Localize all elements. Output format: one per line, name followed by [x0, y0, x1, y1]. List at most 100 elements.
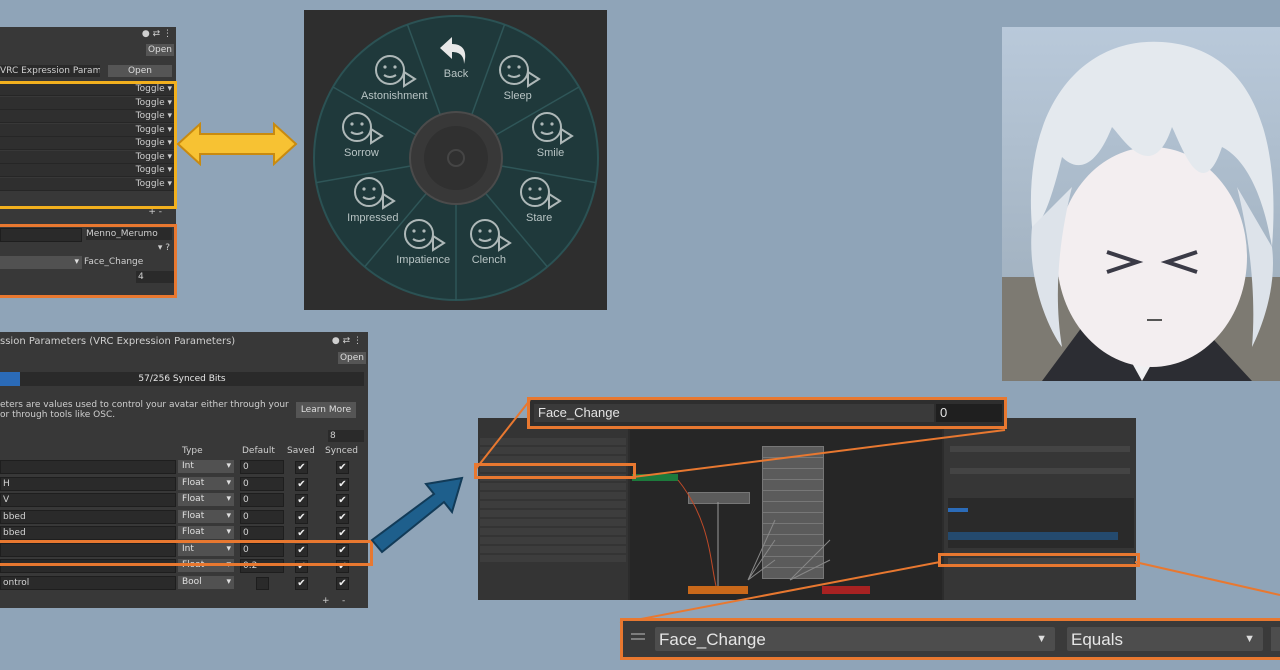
- condition-parameter-label: Face_Change: [659, 630, 766, 649]
- param-name-text: bbed: [3, 528, 26, 538]
- synced-checkbox[interactable]: ✔: [336, 510, 349, 524]
- synced-checkbox[interactable]: ✔: [336, 461, 349, 474]
- params-open-button[interactable]: Open: [108, 65, 172, 77]
- synced-checkbox[interactable]: ✔: [336, 527, 349, 540]
- chevron-down-icon: ▾: [226, 477, 231, 488]
- condition-operator-dropdown[interactable]: Equals ▼: [1067, 627, 1263, 651]
- param-type-text: Float: [182, 494, 205, 504]
- description-line-1: eters are values used to control your av…: [0, 400, 289, 410]
- impressed-face-icon: [353, 176, 397, 215]
- radial-item-label: Astonishment: [360, 90, 428, 103]
- radial-item-smile[interactable]: Smile: [521, 111, 581, 167]
- avatar-preview-image: [1002, 27, 1280, 381]
- chevron-down-icon: ▾: [226, 576, 231, 587]
- param-name-text: bbed: [3, 511, 26, 522]
- condition-value-field[interactable]: [1271, 627, 1280, 651]
- params-open-label: Open: [339, 353, 365, 363]
- param-type-dropdown[interactable]: Int ▾: [178, 460, 234, 473]
- param-name-field[interactable]: H: [0, 476, 176, 491]
- chevron-down-icon: ▼: [1244, 633, 1255, 645]
- params-open-label: Open: [127, 66, 153, 76]
- param-type-dropdown[interactable]: Float ▾: [178, 476, 234, 490]
- synced-checkbox[interactable]: ✔: [336, 494, 349, 507]
- radial-item-clench[interactable]: Clench: [459, 218, 519, 274]
- radial-item-astonishment[interactable]: Astonishment: [361, 54, 428, 110]
- saved-checkbox[interactable]: ✔: [295, 510, 308, 524]
- param-count-label: 8: [330, 431, 336, 441]
- add-param-button[interactable]: +: [322, 596, 330, 606]
- remove-param-button[interactable]: -: [342, 596, 345, 606]
- param-name-field[interactable]: ontrol: [0, 575, 176, 590]
- synced-checkbox[interactable]: ✔: [336, 576, 349, 590]
- panel-header-icons: ● ⇄ ⋮: [141, 29, 172, 39]
- param-type-dropdown[interactable]: Float ▾: [178, 509, 234, 523]
- learn-more-button[interactable]: Learn More: [296, 402, 356, 418]
- param-name-field[interactable]: [0, 460, 176, 474]
- description-line-2: or through tools like OSC.: [0, 410, 116, 420]
- param-default-field[interactable]: 0: [240, 509, 284, 524]
- param-default-text: 0: [243, 528, 249, 538]
- condition-parameter-dropdown[interactable]: Face_Change ▼: [655, 627, 1055, 651]
- drag-handle-icon[interactable]: [631, 633, 645, 635]
- chevron-down-icon: ▾: [226, 494, 231, 504]
- param-type-dropdown[interactable]: Float ▾: [178, 526, 234, 539]
- open-button[interactable]: Open: [146, 44, 174, 56]
- params-header-icons: ● ⇄ ⋮: [331, 336, 362, 346]
- chevron-down-icon: ▾: [226, 527, 231, 537]
- param-default-field[interactable]: 0: [240, 526, 284, 540]
- param-type-text: Float: [182, 477, 205, 488]
- param-default-text: 0: [243, 462, 249, 472]
- param-default-text: 0: [243, 495, 249, 505]
- param-type-dropdown[interactable]: Float ▾: [178, 493, 234, 506]
- toggle-highlight-box: [0, 81, 177, 209]
- param-name-text: ontrol: [3, 577, 30, 588]
- params-open-button[interactable]: Open: [338, 352, 366, 364]
- saved-checkbox[interactable]: ✔: [295, 494, 308, 507]
- open-button-label: Open: [147, 45, 173, 55]
- synced-checkbox[interactable]: ✔: [336, 477, 349, 491]
- param-count-field[interactable]: 8: [328, 430, 364, 442]
- param-default-field[interactable]: 0: [240, 493, 284, 507]
- param-type-dropdown[interactable]: Bool ▾: [178, 575, 234, 589]
- parameter-row: Int ▾ 0 ✔ ✔: [0, 460, 368, 474]
- synced-bits-label: 57/256 Synced Bits: [138, 374, 226, 384]
- param-highlight-box: [0, 224, 177, 298]
- astonishment-face-icon: [374, 54, 418, 93]
- clench-face-icon: [469, 218, 513, 257]
- radial-item-label: Back: [443, 68, 469, 80]
- header-default: Default: [242, 446, 275, 456]
- radial-item-back[interactable]: Back: [426, 32, 486, 88]
- param-name-text: H: [3, 478, 10, 489]
- param-name-text: V: [3, 495, 10, 505]
- avatar-illustration: [1002, 41, 1280, 381]
- parameter-row: bbed Float ▾ 0 ✔ ✔: [0, 509, 368, 524]
- saved-checkbox[interactable]: ✔: [295, 461, 308, 474]
- saved-checkbox[interactable]: ✔: [295, 477, 308, 491]
- header-type: Type: [182, 446, 203, 456]
- blue-arrow-icon: [370, 476, 464, 554]
- bool-default-checkbox[interactable]: [256, 576, 269, 590]
- saved-checkbox[interactable]: ✔: [295, 527, 308, 540]
- expression-params-field[interactable]: VRC Expression Parameters ◎: [0, 65, 100, 77]
- param-name-field[interactable]: V: [0, 493, 176, 507]
- stare-face-icon: [519, 176, 563, 215]
- param-name-field[interactable]: bbed: [0, 526, 176, 540]
- radial-item-label: Clench: [471, 254, 506, 267]
- param-type-text: Float: [182, 510, 205, 521]
- param-default-field[interactable]: 0: [240, 476, 284, 491]
- param-name-field[interactable]: bbed: [0, 509, 176, 524]
- radial-item-label: Stare: [525, 212, 553, 224]
- radial-item-sleep[interactable]: Sleep: [488, 54, 548, 110]
- param-default-field[interactable]: 0: [240, 460, 284, 474]
- int-row-highlight-box: [0, 540, 373, 566]
- radial-item-label: Sleep: [503, 90, 532, 103]
- radial-item-sorrow[interactable]: Sorrow: [331, 111, 391, 167]
- radial-item-label: Smile: [536, 147, 565, 160]
- header-synced: Synced: [325, 446, 358, 456]
- expression-params-label: VRC Expression Parameters: [0, 66, 100, 76]
- expression-parameters-panel: ssion Parameters (VRC Expression Paramet…: [0, 332, 368, 608]
- condition-row: Face_Change ▼ Equals ▼: [620, 618, 1280, 660]
- radial-item-impressed[interactable]: Impressed: [343, 176, 403, 232]
- saved-checkbox[interactable]: ✔: [295, 576, 308, 590]
- synced-bits-bar: 57/256 Synced Bits: [0, 372, 364, 386]
